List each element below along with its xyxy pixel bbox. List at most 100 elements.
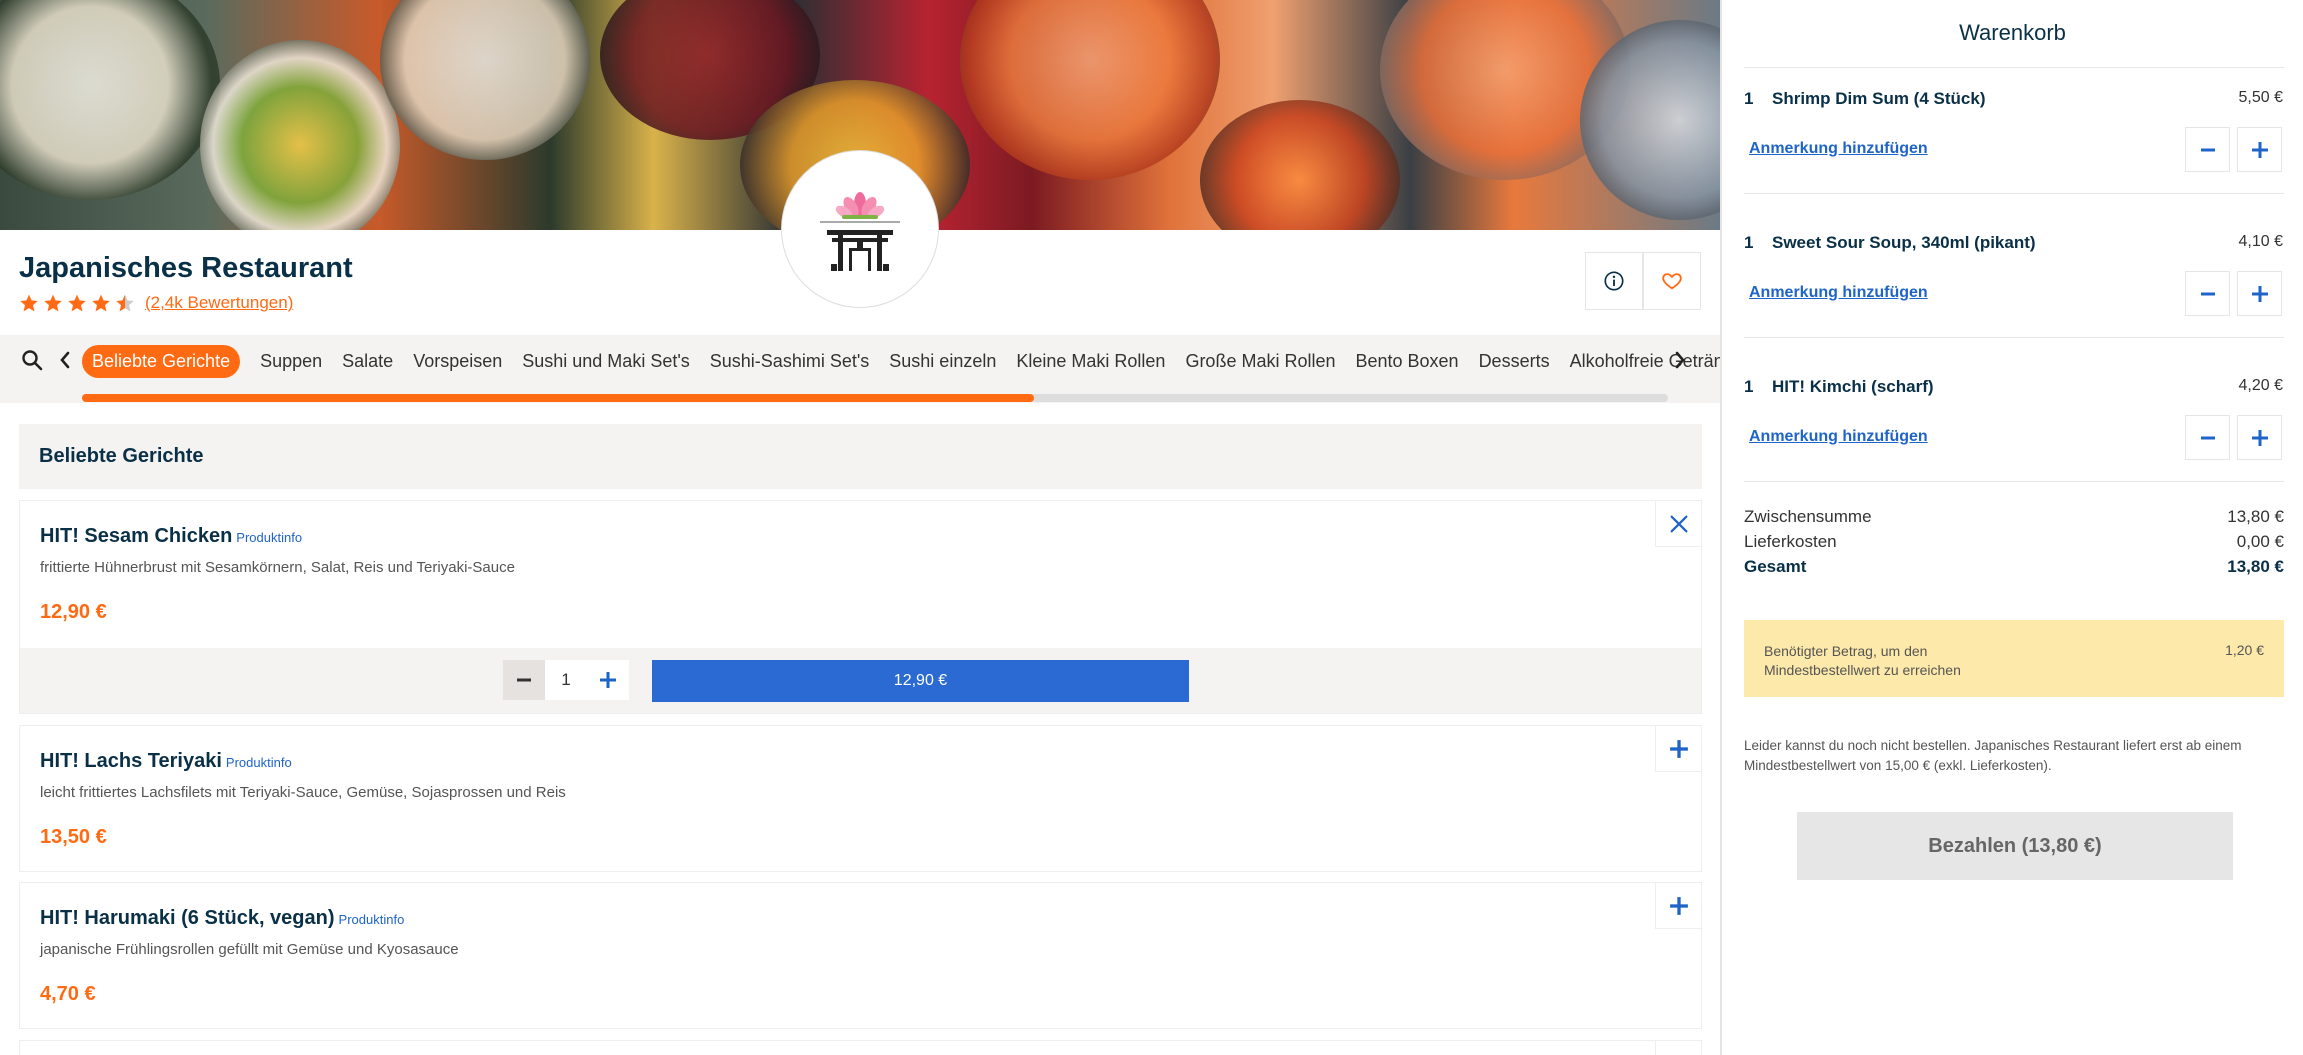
category-scrollbar[interactable] [82, 394, 1668, 402]
close-product-button[interactable] [1655, 501, 1701, 547]
star-full-icon [92, 294, 110, 312]
restaurant-logo [781, 150, 939, 308]
info-icon [1604, 271, 1624, 291]
product-info-link[interactable]: Produktinfo [339, 912, 405, 927]
torii-lotus-logo-icon [820, 192, 900, 271]
add-product-button[interactable] [1655, 1041, 1701, 1055]
min-order-text: Benötigter Betrag, um den Mindestbestell… [1764, 643, 1961, 678]
cart-item: 1 Sweet Sour Soup, 340ml (pikant) 4,10 €… [1722, 211, 2303, 355]
category-tab-desserts[interactable]: Desserts [1479, 351, 1550, 372]
min-order-info: Leider kannst du noch nicht bestellen. J… [1744, 738, 2242, 773]
star-full-icon [20, 294, 38, 312]
plus-icon [2251, 429, 2268, 446]
add-note-link[interactable]: Anmerkung hinzufügen [1749, 284, 1928, 302]
cart-item-price: 4,10 € [2238, 233, 2283, 250]
product-description: japanische Frühlingsrollen gefüllt mit G… [40, 941, 459, 958]
category-tab-kleine-maki-rollen[interactable]: Kleine Maki Rollen [1016, 351, 1165, 372]
cart-item-qty: 1 [1744, 233, 1754, 252]
increase-quantity-button[interactable] [587, 660, 629, 700]
subtotal-value: 13,80 € [2227, 507, 2284, 526]
quantity-stepper: 1 [503, 660, 629, 700]
category-tab-suppen[interactable]: Suppen [260, 351, 322, 372]
category-tab-beliebte-gerichte[interactable]: Beliebte Gerichte [82, 344, 241, 378]
add-product-button[interactable] [1655, 726, 1701, 772]
close-icon [1670, 515, 1687, 532]
product-title: HIT! Harumaki (6 Stück, vegan) Produktinf… [40, 907, 404, 930]
product-title: HIT! Lachs Teriyaki Produktinfo [40, 750, 292, 773]
category-scroll-thumb[interactable] [82, 394, 1034, 402]
info-button[interactable] [1585, 252, 1643, 310]
product-info-link[interactable]: Produktinfo [226, 755, 292, 770]
divider [1744, 193, 2284, 194]
restaurant-name: Japanisches Restaurant [19, 252, 353, 284]
add-product-button[interactable] [1655, 883, 1701, 929]
category-tab-bento-boxen[interactable]: Bento Boxen [1355, 351, 1458, 372]
plus-icon [2251, 141, 2268, 158]
category-tab-sushi-einzeln[interactable]: Sushi einzeln [889, 351, 996, 372]
min-order-notice: Benötigter Betrag, um den Mindestbestell… [1744, 620, 2284, 697]
plus-icon [1669, 739, 1688, 758]
min-order-value: 1,20 € [2225, 642, 2264, 658]
section-header: Beliebte Gerichte [19, 424, 1702, 489]
category-tab-grosse-maki-rollen[interactable]: Große Maki Rollen [1185, 351, 1335, 372]
add-note-link[interactable]: Anmerkung hinzufügen [1749, 140, 1928, 158]
category-tab-alkoholfreie-getraenke[interactable]: Alkoholfreie Getränke [1570, 351, 1720, 372]
reviews-link[interactable]: (2,4k Bewertungen) [145, 293, 293, 313]
product-name: HIT! Lachs Teriyaki [40, 750, 222, 772]
cart-item-price: 4,20 € [2238, 377, 2283, 394]
section-title: Beliebte Gerichte [39, 445, 204, 467]
delivery-row: Lieferkosten 0,00 € [1744, 532, 2284, 552]
product-description: leicht frittiertes Lachsfilets mit Teriy… [40, 784, 566, 801]
product-info-link[interactable]: Produktinfo [236, 530, 302, 545]
category-tab-sushi-maki-sets[interactable]: Sushi und Maki Set's [522, 351, 690, 372]
decrease-cart-item-button[interactable] [2185, 415, 2230, 460]
decrease-cart-item-button[interactable] [2185, 127, 2230, 172]
add-to-cart-button[interactable]: 12,90 € [652, 660, 1189, 702]
cart-item-name: Shrimp Dim Sum (4 Stück) [1772, 89, 1986, 108]
cart-item-qty: 1 [1744, 377, 1754, 396]
star-full-icon [44, 294, 62, 312]
cart-item-qty: 1 [1744, 89, 1754, 108]
pay-button[interactable]: Bezahlen (13,80 €) [1797, 812, 2233, 880]
product-card-sesam-chicken[interactable]: HIT! Sesam Chicken Produktinfo frittierte… [19, 500, 1702, 714]
minus-icon [2200, 436, 2215, 439]
plus-icon [1669, 896, 1688, 915]
product-card-lachs-teriyaki[interactable]: HIT! Lachs Teriyaki Produktinfo leicht fr… [19, 725, 1702, 872]
favorite-button[interactable] [1643, 252, 1701, 310]
category-tab-vorspeisen[interactable]: Vorspeisen [413, 351, 502, 372]
category-tab-salate[interactable]: Salate [342, 351, 393, 372]
increase-cart-item-button[interactable] [2237, 415, 2282, 460]
decrease-cart-item-button[interactable] [2185, 271, 2230, 316]
chevron-right-icon[interactable] [1672, 348, 1688, 372]
minus-icon [2200, 292, 2215, 295]
cart-item-name: HIT! Kimchi (scharf) [1772, 377, 1934, 396]
cart-panel: Warenkorb 1 Shrimp Dim Sum (4 Stück) 5,5… [1720, 0, 2303, 1055]
increase-cart-item-button[interactable] [2237, 127, 2282, 172]
increase-cart-item-button[interactable] [2237, 271, 2282, 316]
product-card-harumaki[interactable]: HIT! Harumaki (6 Stück, vegan) Produktinf… [19, 882, 1702, 1029]
category-list: Beliebte Gerichte Suppen Salate Vorspeis… [82, 344, 1720, 378]
category-tab-sushi-sashimi-sets[interactable]: Sushi-Sashimi Set's [710, 351, 870, 372]
total-label: Gesamt [1744, 557, 1807, 576]
chevron-left-icon[interactable] [57, 348, 73, 372]
plus-icon [2251, 285, 2268, 302]
cart-item-name: Sweet Sour Soup, 340ml (pikant) [1772, 233, 2036, 252]
product-name: HIT! Harumaki (6 Stück, vegan) [40, 907, 335, 929]
subtotal-row: Zwischensumme 13,80 € [1744, 507, 2284, 527]
star-half-icon [116, 294, 134, 312]
cart-item-price: 5,50 € [2238, 89, 2283, 106]
header-actions [1585, 252, 1701, 310]
delivery-label: Lieferkosten [1744, 532, 1837, 551]
minus-icon [2200, 148, 2215, 151]
delivery-value: 0,00 € [2236, 532, 2284, 551]
decrease-quantity-button[interactable] [503, 660, 545, 700]
product-card-partial[interactable] [19, 1040, 1702, 1055]
product-price: 4,70 € [40, 983, 96, 1005]
product-order-panel: 1 12,90 € [20, 648, 1701, 713]
quantity-input[interactable]: 1 [545, 660, 587, 700]
add-note-link[interactable]: Anmerkung hinzufügen [1749, 428, 1928, 446]
search-icon[interactable] [20, 348, 44, 372]
product-title: HIT! Sesam Chicken Produktinfo [40, 525, 302, 548]
product-price: 12,90 € [40, 601, 107, 623]
cart-item: 1 HIT! Kimchi (scharf) 4,20 € Anmerkung … [1722, 355, 2303, 499]
